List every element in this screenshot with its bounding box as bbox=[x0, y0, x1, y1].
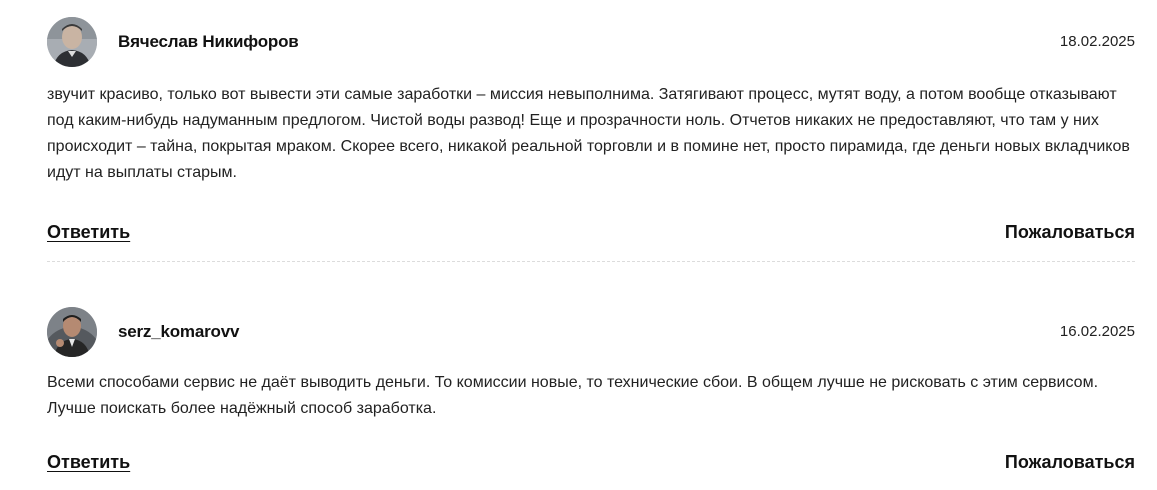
author-name: Вячеслав Никифоров bbox=[118, 32, 299, 51]
comments-list: Вячеслав Никифоров 18.02.2025 звучит кра… bbox=[0, 0, 1157, 490]
comment-text: Всеми способами сервис не даёт выводить … bbox=[47, 374, 1099, 417]
reply-link[interactable]: Ответить bbox=[47, 452, 130, 473]
comment-actions: Ответить Пожаловаться bbox=[47, 222, 1135, 246]
user-photo-icon bbox=[47, 17, 97, 67]
report-link[interactable]: Пожаловаться bbox=[1005, 222, 1135, 243]
comment-header: serz_komarovv 16.02.2025 bbox=[47, 306, 1135, 358]
comment-header: Вячеслав Никифоров 18.02.2025 bbox=[47, 16, 1135, 68]
comment-date: 16.02.2025 bbox=[1059, 323, 1135, 340]
comment-divider bbox=[47, 261, 1135, 262]
comment-item: Вячеслав Никифоров 18.02.2025 звучит кра… bbox=[47, 16, 1135, 246]
reply-link[interactable]: Ответить bbox=[47, 222, 130, 243]
comment-item: serz_komarovv 16.02.2025 Всеми способами… bbox=[47, 306, 1135, 476]
comment-actions: Ответить Пожаловаться bbox=[47, 452, 1135, 476]
avatar bbox=[47, 307, 97, 357]
avatar bbox=[47, 17, 97, 67]
comment-text: звучит красиво, только вот вывести эти с… bbox=[47, 86, 1130, 181]
author-name: serz_komarovv bbox=[118, 322, 240, 341]
report-link[interactable]: Пожаловаться bbox=[1005, 452, 1135, 473]
user-photo-icon bbox=[47, 307, 97, 357]
comment-date: 18.02.2025 bbox=[1059, 33, 1135, 50]
